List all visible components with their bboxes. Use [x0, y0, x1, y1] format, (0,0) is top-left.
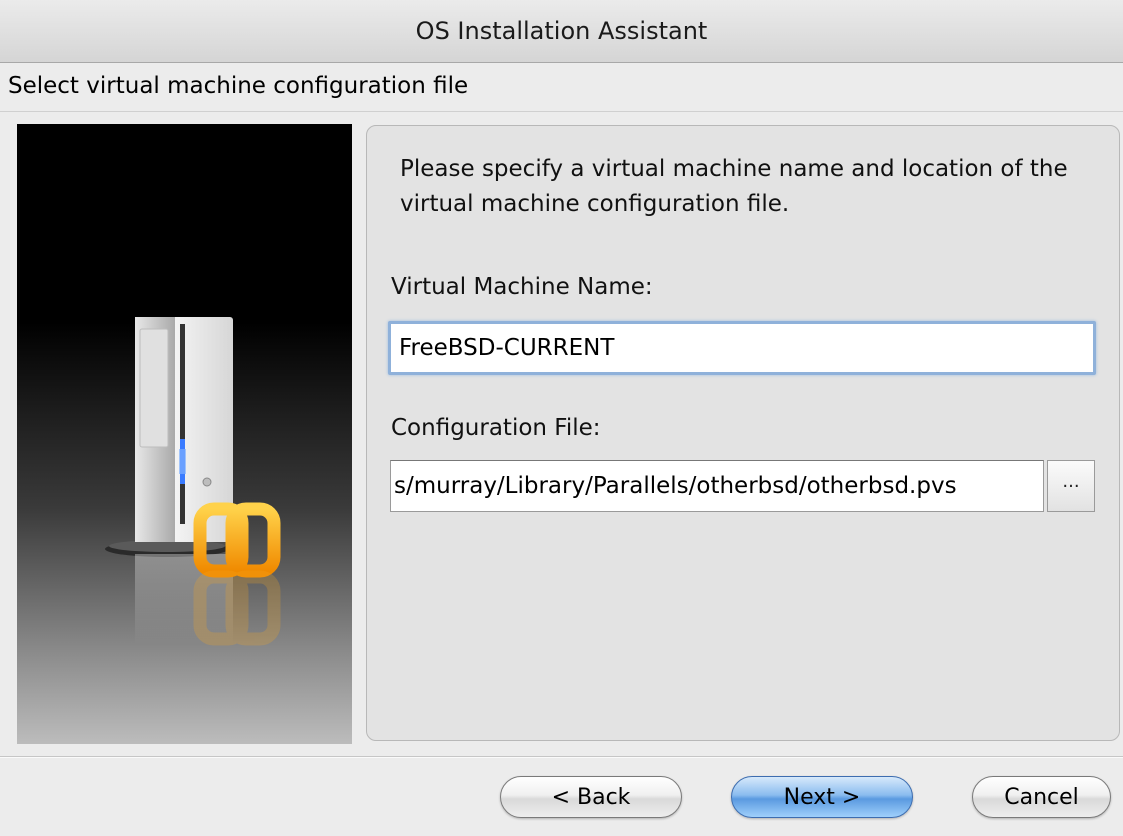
vm-name-input[interactable]: FreeBSD-CURRENT [388, 321, 1096, 375]
step-header: Select virtual machine configuration fil… [0, 63, 1123, 112]
back-button[interactable]: < Back [500, 776, 682, 818]
intro-text: Please specify a virtual machine name an… [400, 156, 1068, 217]
browse-button[interactable]: ··· [1047, 460, 1095, 512]
server-tower-icon [105, 317, 281, 646]
config-file-input[interactable]: s/murray/Library/Parallels/otherbsd/othe… [390, 460, 1044, 512]
config-file-label: Configuration File: [391, 415, 601, 441]
cancel-button[interactable]: Cancel [972, 776, 1111, 818]
title-bar: OS Installation Assistant [0, 0, 1123, 63]
installation-assistant-window: OS Installation Assistant Select virtual… [0, 0, 1123, 836]
bottom-divider-highlight [0, 757, 1123, 758]
step-title: Select virtual machine configuration fil… [8, 73, 469, 99]
next-button[interactable]: Next > [731, 776, 913, 818]
vm-name-label: Virtual Machine Name: [391, 274, 653, 300]
window-title: OS Installation Assistant [415, 17, 708, 45]
server-illustration [17, 124, 352, 744]
